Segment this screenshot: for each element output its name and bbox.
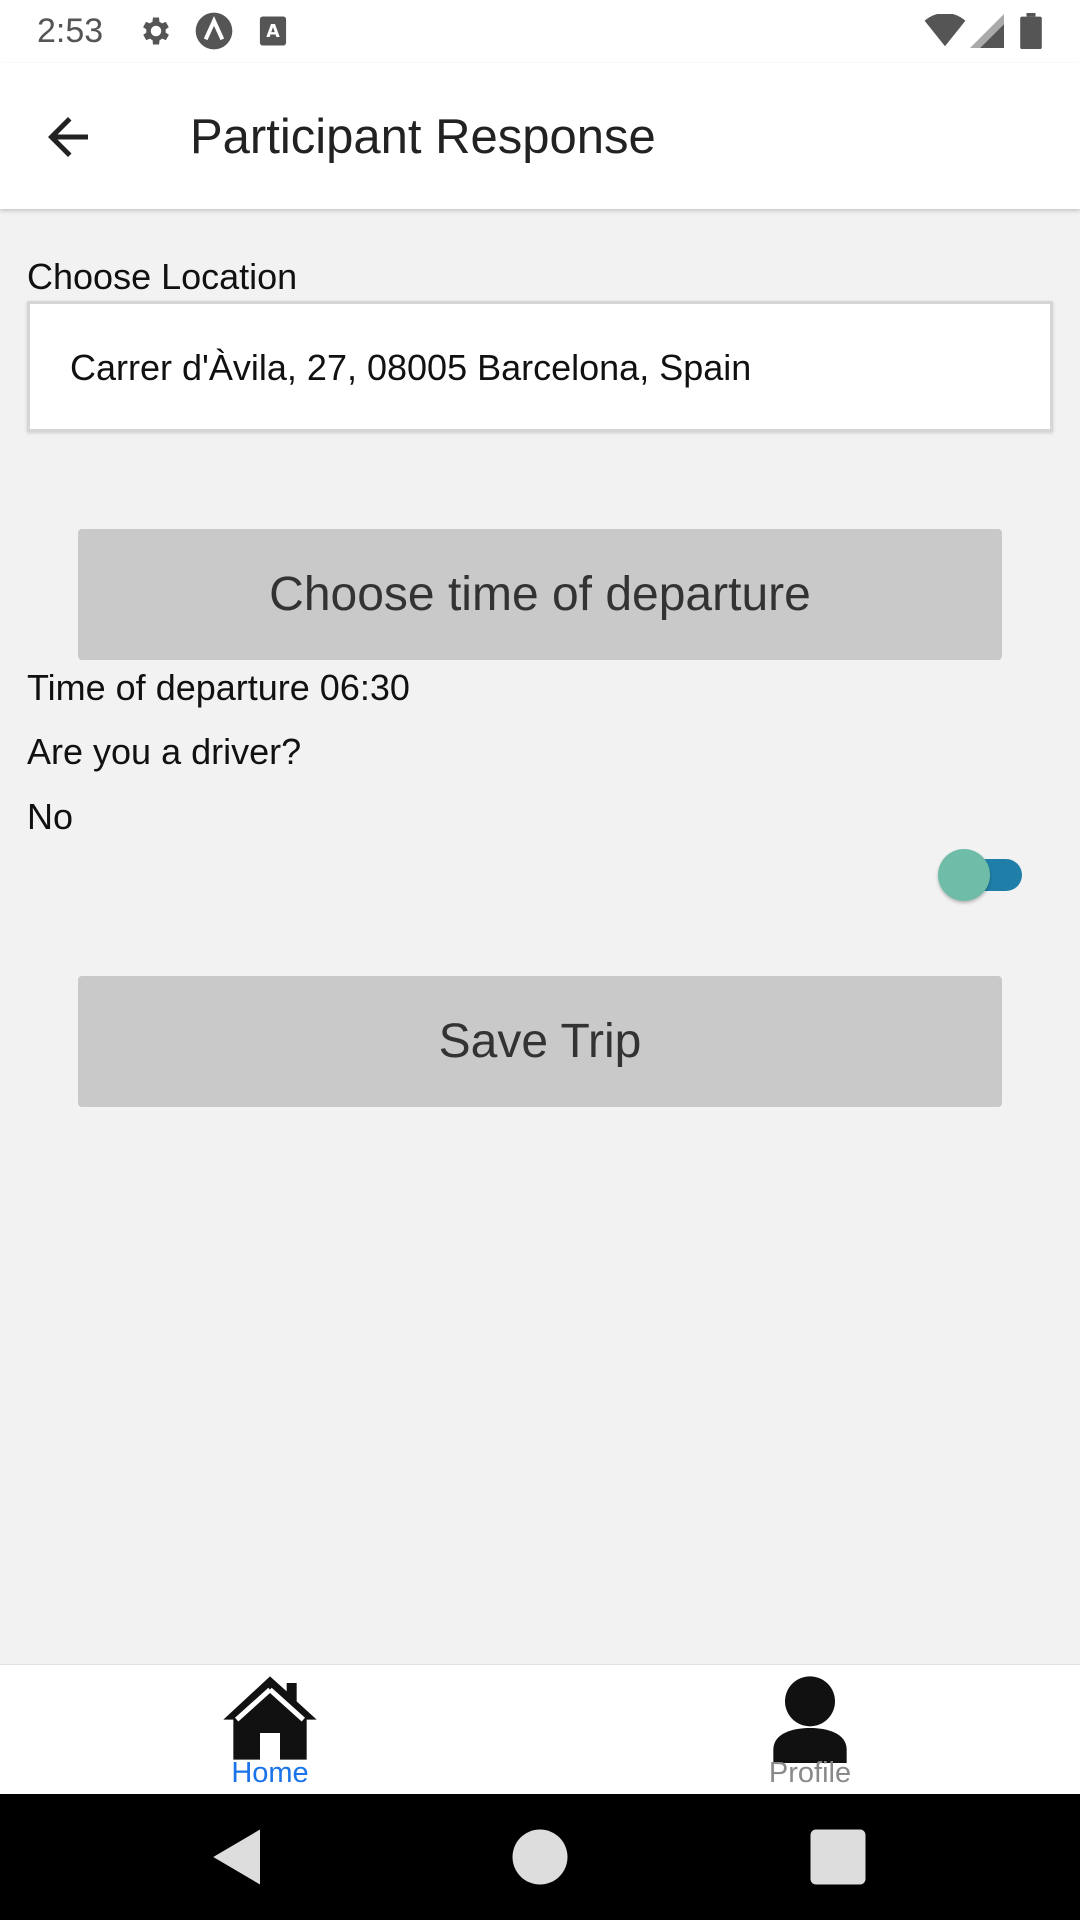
app-bar: Participant Response bbox=[0, 63, 1080, 209]
driver-toggle[interactable] bbox=[938, 849, 1024, 901]
status-time: 2:53 bbox=[37, 12, 104, 50]
wifi-icon bbox=[924, 14, 966, 47]
recents-square-icon[interactable] bbox=[805, 1824, 871, 1890]
departure-time-text: Time of departure 06:30 bbox=[27, 667, 410, 708]
svg-text:A: A bbox=[266, 22, 280, 42]
app-logo-icon bbox=[195, 12, 233, 50]
save-trip-button[interactable]: Save Trip bbox=[78, 976, 1002, 1107]
nav-item-home[interactable]: Home bbox=[120, 1665, 420, 1795]
location-input[interactable] bbox=[68, 304, 1032, 431]
keyboard-a-icon: A bbox=[259, 16, 287, 46]
status-bar: 2:53 A bbox=[0, 0, 1080, 63]
back-triangle-icon[interactable] bbox=[205, 1824, 271, 1890]
bottom-nav: Home Profile bbox=[0, 1664, 1080, 1795]
arrow-left-icon[interactable] bbox=[38, 107, 98, 167]
driver-question: Are you a driver? bbox=[27, 731, 302, 772]
nav-label-profile: Profile bbox=[768, 1757, 852, 1789]
battery-icon bbox=[1020, 13, 1042, 49]
person-icon bbox=[773, 1676, 847, 1763]
location-field[interactable] bbox=[27, 301, 1053, 432]
driver-answer: No bbox=[27, 796, 74, 837]
home-circle-icon[interactable] bbox=[507, 1824, 573, 1890]
home-icon bbox=[223, 1676, 317, 1760]
choose-departure-time-button[interactable]: Choose time of departure bbox=[78, 529, 1002, 660]
toggle-thumb bbox=[938, 849, 990, 901]
system-nav-bar bbox=[0, 1794, 1080, 1920]
page-title: Participant Response bbox=[190, 110, 656, 164]
signal-icon bbox=[970, 14, 1004, 48]
nav-label-home: Home bbox=[231, 1757, 309, 1789]
gear-icon bbox=[143, 17, 169, 45]
location-label: Choose Location bbox=[27, 256, 298, 297]
nav-item-profile[interactable]: Profile bbox=[660, 1665, 960, 1795]
